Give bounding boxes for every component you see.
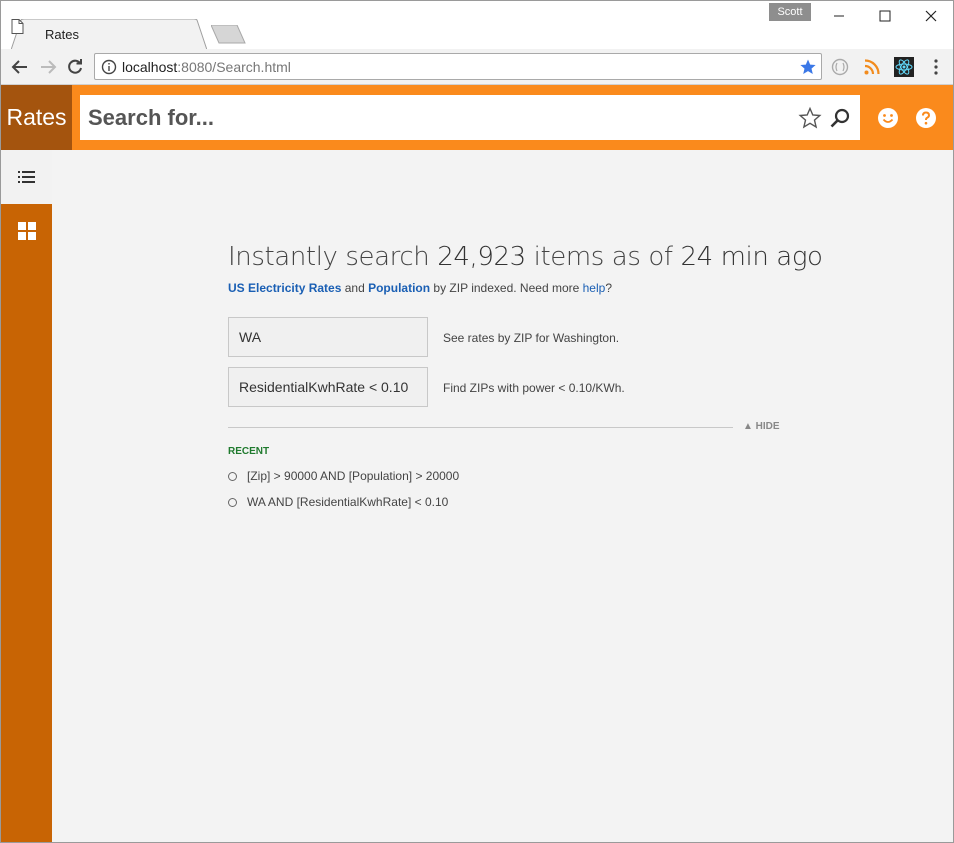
browser-toolbar: localhost:8080/Search.html	[1, 49, 953, 85]
circle-icon	[228, 472, 237, 481]
example-query-button[interactable]: WA	[228, 317, 428, 357]
info-icon[interactable]	[101, 59, 117, 75]
reload-icon	[68, 59, 82, 74]
bookmark-star-icon[interactable]	[799, 58, 817, 76]
extension-circle-icon	[831, 58, 849, 76]
link-population[interactable]: Population	[368, 281, 430, 295]
example-description: Find ZIPs with power < 0.10/KWh.	[443, 381, 625, 395]
arrow-left-icon	[11, 60, 27, 74]
link-help[interactable]: help	[583, 281, 606, 295]
search-icon[interactable]	[828, 106, 852, 130]
extension-button-1[interactable]	[830, 57, 850, 77]
index-summary: US Electricity Rates and Population by Z…	[228, 281, 612, 295]
reload-button[interactable]	[64, 56, 86, 78]
sidebar-top	[1, 150, 52, 204]
arrow-right-icon	[41, 60, 57, 74]
search-input[interactable]	[80, 95, 780, 140]
recent-query[interactable]: [Zip] > 90000 AND [Population] > 20000	[228, 469, 459, 483]
title-bar: Rates Scott	[1, 1, 953, 50]
minimize-button[interactable]	[816, 1, 862, 31]
tab-rates[interactable]: Rates	[11, 19, 207, 50]
back-button[interactable]	[9, 56, 31, 78]
recent-query[interactable]: WA AND [ResidentialKwhRate] < 0.10	[228, 495, 448, 509]
search-box	[80, 95, 860, 140]
smiley-icon[interactable]	[877, 107, 899, 129]
new-tab-button[interactable]	[210, 24, 247, 45]
maximize-button[interactable]	[862, 1, 908, 31]
address-bar[interactable]: localhost:8080/Search.html	[94, 53, 822, 80]
url-text[interactable]: localhost:8080/Search.html	[122, 59, 291, 75]
hide-toggle[interactable]: ▲ HIDE	[743, 421, 780, 432]
react-icon	[894, 57, 914, 77]
rss-button[interactable]	[862, 57, 882, 77]
grid-icon[interactable]	[16, 220, 38, 242]
circle-icon	[228, 498, 237, 507]
close-button[interactable]	[908, 1, 953, 31]
page-icon	[11, 19, 24, 34]
browser-menu-button[interactable]	[926, 57, 946, 77]
example-query-button[interactable]: ResidentialKwhRate < 0.10	[228, 367, 428, 407]
more-vertical-icon	[934, 59, 938, 75]
tab-title: Rates	[45, 27, 79, 42]
browser-window: Rates Scott localhost:8080/Search.html R…	[0, 0, 954, 843]
recent-heading: RECENT	[228, 446, 270, 457]
react-devtools-button[interactable]	[894, 57, 914, 77]
divider	[228, 427, 733, 428]
app-header: Rates	[1, 85, 953, 150]
app-logo[interactable]: Rates	[1, 85, 72, 150]
profile-badge[interactable]: Scott	[769, 3, 811, 21]
main-content: Instantly search 24,923 items as of 24 m…	[52, 150, 953, 842]
sidebar	[1, 204, 52, 842]
page-title: Instantly search 24,923 items as of 24 m…	[228, 242, 823, 272]
rss-icon	[864, 59, 880, 75]
star-outline-icon[interactable]	[798, 106, 822, 130]
forward-button[interactable]	[37, 56, 59, 78]
help-icon[interactable]	[915, 107, 937, 129]
example-description: See rates by ZIP for Washington.	[443, 331, 620, 345]
list-icon[interactable]	[16, 167, 38, 187]
link-us-electricity-rates[interactable]: US Electricity Rates	[228, 281, 341, 295]
